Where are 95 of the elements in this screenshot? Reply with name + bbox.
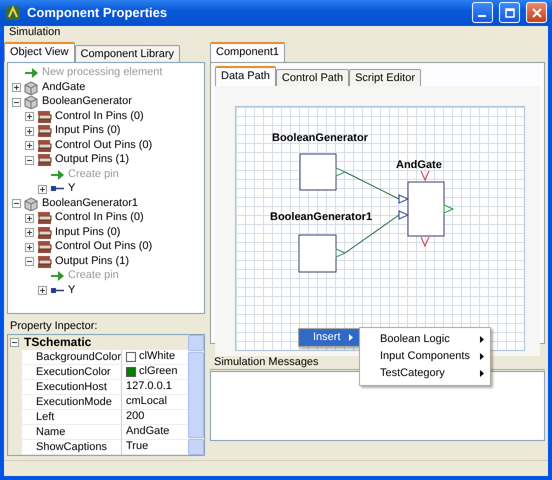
maximize-icon bbox=[504, 8, 514, 18]
plus-icon bbox=[26, 128, 33, 135]
component-block[interactable] bbox=[298, 234, 336, 272]
books-icon bbox=[37, 211, 52, 226]
arrow-icon bbox=[50, 168, 65, 182]
component-label: AndGate bbox=[396, 158, 442, 172]
cube-icon bbox=[24, 196, 39, 211]
collapse-toggle[interactable] bbox=[25, 156, 34, 165]
collapse-toggle[interactable] bbox=[12, 199, 21, 208]
component-block[interactable] bbox=[408, 181, 444, 236]
tree-item[interactable]: Input Pins (0) bbox=[55, 226, 120, 240]
books-icon bbox=[37, 110, 52, 124]
submenu-arrow-icon bbox=[480, 370, 484, 377]
books-icon bbox=[37, 153, 52, 168]
tab[interactable]: Control Path bbox=[276, 68, 350, 86]
tab[interactable]: Object View bbox=[4, 42, 74, 62]
scrollbar[interactable] bbox=[188, 335, 204, 455]
tree-item[interactable]: Control In Pins (0) bbox=[55, 211, 144, 225]
component-label: BooleanGenerator bbox=[272, 132, 368, 145]
wire[interactable] bbox=[344, 171, 400, 200]
component-block[interactable] bbox=[300, 153, 336, 190]
books-icon bbox=[37, 240, 52, 254]
port-icon[interactable] bbox=[398, 210, 410, 220]
expand-toggle[interactable] bbox=[25, 214, 34, 223]
minimize-button[interactable] bbox=[472, 2, 493, 24]
cube-icon bbox=[24, 95, 39, 110]
tree-item[interactable]: Control Out Pins (0) bbox=[55, 240, 152, 254]
property-name: ExecutionMode bbox=[22, 395, 122, 410]
tree-item[interactable]: Control In Pins (0) bbox=[55, 110, 144, 124]
plus-icon bbox=[26, 229, 33, 236]
section-title: TSchematic bbox=[24, 335, 92, 350]
tree-item[interactable]: Y bbox=[68, 284, 76, 298]
tree-item[interactable]: AndGate bbox=[42, 80, 86, 94]
tree-item[interactable]: Input Pins (0) bbox=[55, 124, 120, 138]
books-icon bbox=[37, 254, 52, 269]
tree-item[interactable]: BooleanGenerator bbox=[42, 95, 132, 109]
expand-toggle[interactable] bbox=[25, 242, 34, 252]
maximize-button[interactable] bbox=[499, 2, 520, 24]
property-name: ExecutionColor bbox=[22, 365, 122, 380]
plus-icon bbox=[13, 84, 20, 92]
books-icon bbox=[37, 138, 52, 153]
close-icon bbox=[532, 8, 542, 18]
books-icon bbox=[37, 226, 52, 240]
submenu-arrow-icon bbox=[480, 352, 484, 360]
port-icon[interactable] bbox=[444, 204, 454, 214]
submenu-arrow-icon bbox=[349, 334, 353, 341]
plus-icon bbox=[39, 186, 46, 193]
property-name: ExecutionHost bbox=[22, 380, 122, 395]
menu-item[interactable]: Insert bbox=[299, 328, 359, 346]
minus-icon bbox=[11, 339, 18, 346]
cube-icon bbox=[24, 80, 39, 95]
books-icon bbox=[37, 124, 52, 138]
expand-toggle[interactable] bbox=[12, 83, 21, 92]
arrow-icon bbox=[50, 269, 65, 284]
port-icon[interactable] bbox=[336, 248, 346, 258]
submenu-arrow-icon bbox=[480, 336, 484, 343]
collapse-toggle[interactable] bbox=[25, 257, 34, 266]
port-icon[interactable] bbox=[420, 170, 430, 182]
property-name: Left bbox=[22, 410, 122, 425]
minimize-icon bbox=[478, 15, 486, 18]
plus-icon bbox=[26, 142, 33, 150]
port-icon[interactable] bbox=[398, 194, 410, 204]
close-button[interactable] bbox=[526, 2, 547, 24]
tab[interactable]: Data Path bbox=[215, 66, 276, 86]
plus-icon bbox=[26, 113, 33, 120]
tree-item[interactable]: Control Out Pins (0) bbox=[55, 138, 152, 152]
expand-toggle[interactable] bbox=[38, 286, 47, 296]
plus-icon bbox=[39, 287, 46, 294]
component-label: BooleanGenerator1 bbox=[270, 210, 372, 224]
expand-toggle[interactable] bbox=[25, 112, 34, 122]
expand-toggle[interactable] bbox=[25, 141, 34, 150]
expand-toggle[interactable] bbox=[25, 228, 34, 238]
app-icon bbox=[5, 4, 21, 21]
collapse-toggle[interactable] bbox=[12, 98, 21, 107]
menu-item[interactable]: Simulation bbox=[9, 26, 60, 40]
tree-item[interactable]: BooleanGenerator1 bbox=[42, 196, 138, 210]
window-title: Component Properties bbox=[27, 5, 168, 21]
plus-icon bbox=[26, 244, 33, 251]
expand-toggle[interactable] bbox=[38, 184, 47, 194]
property-name: ShowCaptions bbox=[22, 440, 122, 455]
panel-label: Property Inpector: bbox=[9, 318, 98, 334]
tab[interactable]: Component Library bbox=[74, 44, 180, 62]
plus-icon bbox=[26, 214, 33, 222]
tree-item[interactable]: Y bbox=[68, 182, 76, 196]
tree-item[interactable]: Output Pins (1) bbox=[55, 254, 129, 268]
tab[interactable]: Component1 bbox=[210, 42, 285, 62]
property-name: BackgroundColor bbox=[22, 350, 122, 365]
collapse-toggle[interactable] bbox=[10, 338, 19, 347]
port-icon[interactable] bbox=[420, 236, 430, 248]
port-icon[interactable] bbox=[336, 167, 346, 177]
tree-item[interactable]: Output Pins (1) bbox=[55, 153, 129, 167]
arrow-icon bbox=[24, 66, 39, 80]
expand-toggle[interactable] bbox=[25, 126, 34, 136]
property-name: Name bbox=[22, 425, 122, 440]
tab[interactable]: Script Editor bbox=[349, 68, 421, 86]
